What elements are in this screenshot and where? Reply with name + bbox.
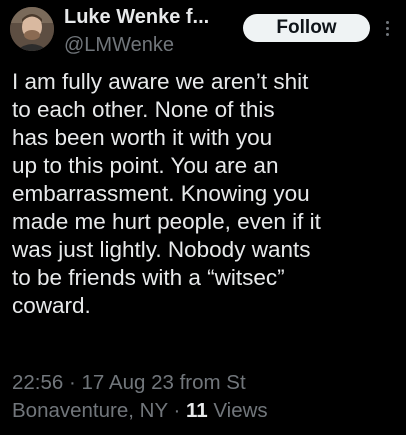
tweet-meta-line-1: 22:56 · 17 Aug 23 from St (12, 369, 400, 397)
tweet-text-line: I am fully aware we aren’t shit (12, 69, 309, 94)
tweet-location-prefix: from St (173, 371, 246, 394)
avatar-image (10, 7, 54, 51)
tweet-text-line: has been worth it with you (12, 125, 273, 150)
tweet-text-line: made me hurt people, even if it (12, 209, 321, 234)
meta-separator: · (63, 371, 82, 394)
tweet-text-line: to be friends with a “witsec” (12, 265, 285, 290)
tweet-text-line: to each other. None of this (12, 97, 275, 122)
follow-button[interactable]: Follow (243, 14, 370, 42)
tweet-text: I am fully aware we aren’t shit to each … (12, 68, 400, 320)
avatar[interactable] (10, 7, 54, 51)
tweet-text-line: embarrassment. Knowing you (12, 181, 310, 206)
tweet-header: Luke Wenke f... @LMWenke Follow (0, 0, 406, 64)
tweet-meta-line-2: Bonaventure, NY · 11 Views (12, 397, 400, 425)
more-icon[interactable] (380, 17, 396, 41)
views-label: Views (207, 399, 268, 422)
author-handle[interactable]: @LMWenke (64, 33, 174, 57)
tweet-text-line: up to this point. You are an (12, 153, 279, 178)
tweet-meta: 22:56 · 17 Aug 23 from St Bonaventure, N… (12, 369, 400, 425)
tweet-text-line: coward. (12, 293, 91, 318)
author-display-name[interactable]: Luke Wenke f... (64, 5, 209, 29)
tweet-date[interactable]: 17 Aug 23 (82, 371, 174, 394)
tweet-text-line: was just lightly. Nobody wants (12, 237, 311, 262)
meta-separator: · (167, 399, 186, 422)
tweet: Luke Wenke f... @LMWenke Follow I am ful… (0, 0, 406, 435)
tweet-location: Bonaventure, NY (12, 399, 168, 422)
tweet-time[interactable]: 22:56 (12, 371, 63, 394)
views-count[interactable]: 11 (186, 399, 208, 422)
